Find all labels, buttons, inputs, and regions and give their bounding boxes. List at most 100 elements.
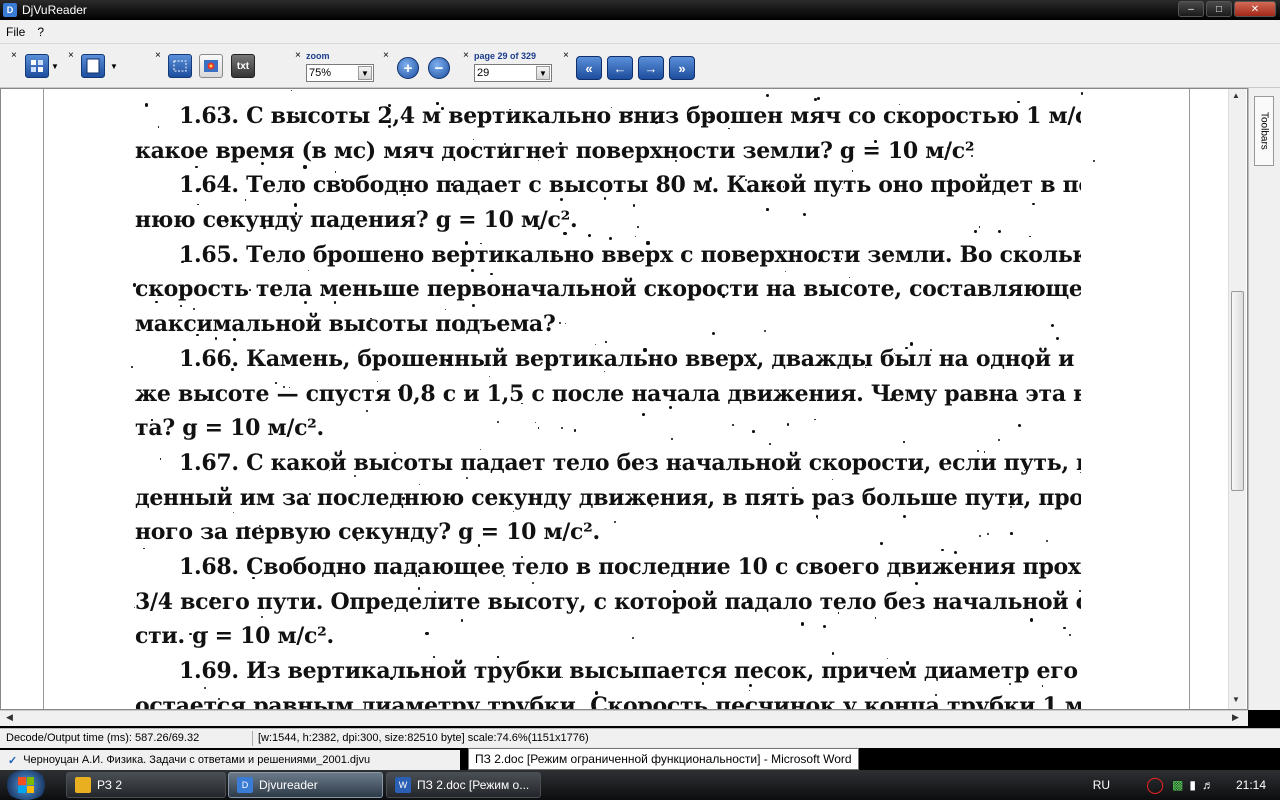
scan-speck <box>414 673 417 676</box>
scan-speck <box>351 670 353 672</box>
zoom-out-button[interactable]: − <box>428 57 450 79</box>
toolbars-tab[interactable]: Toolbars <box>1254 96 1274 166</box>
menu-help[interactable]: ? <box>37 25 44 39</box>
scan-speck <box>886 657 888 659</box>
scan-speck <box>1079 589 1081 592</box>
scan-speck <box>423 326 425 329</box>
opera-icon[interactable]: ◯ <box>1146 775 1164 795</box>
scan-speck <box>731 423 734 426</box>
previous-page-button[interactable]: ← <box>607 56 633 80</box>
vertical-scrollbar[interactable]: ▲ ▼ <box>1228 89 1246 709</box>
scan-speck <box>195 165 198 169</box>
zoom-in-button[interactable]: + <box>397 57 419 79</box>
image-icon <box>204 60 218 72</box>
scan-speck <box>770 183 774 188</box>
status-bar: Decode/Output time (ms): 587.26/69.32 [w… <box>0 728 1280 748</box>
language-indicator[interactable]: RU <box>1093 778 1110 792</box>
text-mode-button[interactable]: txt <box>231 54 255 78</box>
volume-icon[interactable]: ♬ <box>1202 778 1214 792</box>
selection-icon <box>173 60 187 72</box>
scan-speck <box>948 178 952 182</box>
taskbar-item-word[interactable]: W ПЗ 2.doc [Режим о... <box>386 772 541 798</box>
network-icon[interactable]: ▩ <box>1172 778 1183 792</box>
scan-speck <box>603 370 605 372</box>
document-viewer[interactable]: 1.63. С высоты 2,4 м вертикально вниз бр… <box>0 88 1248 710</box>
last-page-button[interactable]: » <box>669 56 695 80</box>
scan-speck <box>181 260 184 264</box>
page-edge-right <box>1189 89 1190 709</box>
toolbar-close-icon[interactable]: × <box>463 50 471 61</box>
next-page-button[interactable]: → <box>638 56 664 80</box>
double-right-arrow-icon: » <box>678 60 686 76</box>
scan-speck <box>205 630 208 633</box>
toolbar-close-icon[interactable]: × <box>11 50 19 61</box>
chevron-down-icon[interactable]: ▼ <box>110 62 118 71</box>
scan-speck <box>651 260 653 262</box>
page-view-button[interactable] <box>81 54 105 78</box>
scan-speck <box>473 286 475 289</box>
check-icon: ✓ <box>8 754 18 767</box>
scan-speck <box>1017 100 1020 104</box>
scan-speck <box>436 102 439 105</box>
image-mode-button[interactable] <box>199 54 223 78</box>
close-button[interactable]: ✕ <box>1234 1 1276 17</box>
document-line: остается равным диаметру трубки. Скорост… <box>135 692 1081 710</box>
scan-speck <box>905 346 908 349</box>
page-value: 29 <box>477 67 490 79</box>
scan-speck <box>1027 365 1031 369</box>
first-page-button[interactable]: « <box>576 56 602 80</box>
scroll-up-icon[interactable]: ▲ <box>1232 91 1240 100</box>
scan-speck <box>840 258 842 260</box>
scan-speck <box>537 427 540 429</box>
scan-speck <box>1029 235 1031 237</box>
scan-speck <box>978 226 980 228</box>
scan-speck <box>151 419 153 421</box>
chevron-down-icon[interactable]: ▼ <box>51 62 59 71</box>
start-button[interactable] <box>4 770 48 800</box>
scroll-down-icon[interactable]: ▼ <box>1232 695 1240 704</box>
taskbar-item-djvureader[interactable]: D Djvureader <box>228 772 383 798</box>
taskbar-item-rz2[interactable]: РЗ 2 <box>66 772 226 798</box>
scan-speck <box>903 514 906 518</box>
clock[interactable]: 21:14 <box>1236 778 1266 792</box>
scan-speck <box>292 180 294 182</box>
scan-speck <box>417 587 420 590</box>
toolbar-close-icon[interactable]: × <box>155 50 163 61</box>
document-line: 1.64. Тело свободно падает с высоты 80 м… <box>179 172 1081 199</box>
document-line: 1.67. С какой высоты падает тело без нач… <box>179 449 1081 476</box>
signal-icon[interactable]: ▮ <box>1189 778 1196 792</box>
layout-mode-button[interactable] <box>25 54 49 78</box>
scan-speck <box>803 212 807 216</box>
minimize-button[interactable]: – <box>1178 1 1204 17</box>
chevron-down-icon[interactable]: ▼ <box>358 66 372 80</box>
task-label: РЗ 2 <box>97 778 122 792</box>
toolbar-close-icon[interactable]: × <box>563 50 571 61</box>
toolbar-close-icon[interactable]: × <box>295 50 303 61</box>
scan-speck <box>275 382 277 384</box>
toolbar-close-icon[interactable]: × <box>68 50 76 61</box>
maximize-button[interactable]: □ <box>1206 1 1232 17</box>
menu-file[interactable]: File <box>6 25 25 39</box>
select-region-button[interactable] <box>168 54 192 78</box>
vertical-scroll-thumb[interactable] <box>1231 291 1244 491</box>
scroll-right-icon[interactable]: ▶ <box>1232 712 1239 723</box>
document-line: денный им за последнюю секунду движения,… <box>135 484 1081 511</box>
chevron-down-icon[interactable]: ▼ <box>536 66 550 80</box>
scroll-left-icon[interactable]: ◀ <box>6 712 13 723</box>
scan-speck <box>753 353 756 356</box>
word-icon: W <box>395 777 411 793</box>
scan-speck <box>655 121 658 124</box>
toolbar-close-icon[interactable]: × <box>383 50 391 61</box>
scan-speck <box>537 159 539 161</box>
scan-speck <box>195 333 199 337</box>
side-panel: Toolbars <box>1248 88 1280 710</box>
zoom-select[interactable]: 75% ▼ <box>306 64 374 82</box>
scan-speck <box>451 183 454 186</box>
scan-speck <box>366 409 369 412</box>
scan-speck <box>837 612 839 614</box>
horizontal-scrollbar[interactable]: ◀ ▶ <box>0 710 1248 726</box>
scan-speck <box>418 575 420 577</box>
scan-speck <box>374 569 377 572</box>
scan-speck <box>364 672 366 675</box>
page-select[interactable]: 29 ▼ <box>474 64 552 82</box>
